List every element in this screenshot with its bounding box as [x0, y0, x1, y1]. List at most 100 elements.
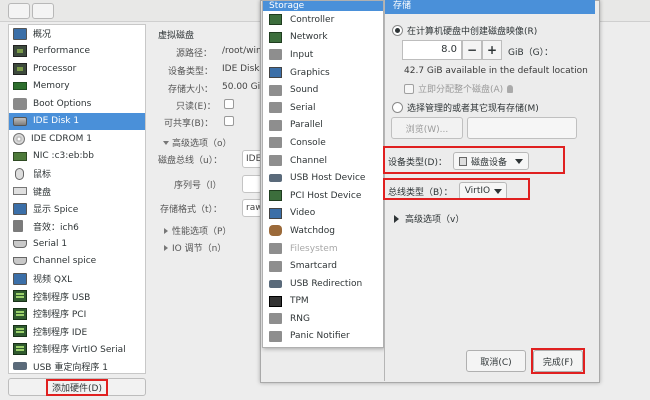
serial-number-input[interactable]	[242, 175, 262, 193]
filesystem-icon	[269, 243, 282, 255]
hardware-item[interactable]: 鼠标	[9, 165, 145, 183]
increment-button[interactable]: +	[482, 40, 502, 60]
device-type-item-label: Smartcard	[290, 261, 337, 272]
device-type-item[interactable]: PCI Host Device	[263, 187, 383, 205]
video-icon	[269, 207, 282, 219]
io-tuning-expander[interactable]: IO 调节（n）	[164, 241, 226, 254]
device-type-item[interactable]: Sound	[263, 81, 383, 99]
hardware-item-label: 概况	[33, 30, 52, 41]
device-type-item-label: RNG	[290, 313, 310, 324]
allocate-now-row[interactable]: 立即分配整个磁盘(A)	[404, 82, 514, 95]
select-existing-radio-row[interactable]: 选择管理的或者其它现有存储(M)	[392, 101, 539, 114]
annotation-bus-type-highlight	[383, 178, 530, 200]
hardware-item[interactable]: 概况	[9, 25, 145, 43]
graphics-icon	[269, 67, 282, 79]
pci-icon	[269, 190, 282, 202]
device-type-item-label: Watchdog	[290, 225, 335, 236]
device-type-item[interactable]: Smartcard	[263, 257, 383, 275]
device-type-item[interactable]: Serial	[263, 99, 383, 117]
shareable-checkbox[interactable]	[224, 116, 234, 126]
storage-format-input[interactable]: raw	[242, 199, 263, 217]
create-disk-radio-row[interactable]: 在计算机硬盘中创建磁盘映像(R)	[392, 24, 537, 37]
hardware-item[interactable]: 显示 Spice	[9, 200, 145, 218]
hardware-item[interactable]: USB 重定向程序 1	[9, 358, 145, 374]
cancel-button[interactable]: 取消(C)	[466, 350, 526, 372]
device-type-item[interactable]: Graphics	[263, 64, 383, 82]
source-path-label: 源路径：	[176, 49, 213, 59]
controller-icon	[269, 14, 282, 26]
storage-path-input[interactable]	[467, 117, 577, 139]
sound-icon	[13, 220, 23, 233]
hardware-item[interactable]: Processor	[9, 60, 145, 78]
device-type-item[interactable]: Panic Notifier	[263, 328, 383, 346]
cdrom-icon	[13, 132, 25, 145]
disk-size-spinner[interactable]: 8.0 − +	[402, 40, 502, 60]
details-view-button[interactable]	[32, 3, 54, 19]
device-type-item[interactable]: Parallel	[263, 117, 383, 135]
device-type-value: IDE Disk	[222, 64, 260, 74]
hardware-item[interactable]: IDE CDROM 1	[9, 130, 145, 148]
parallel-icon	[269, 119, 282, 131]
hardware-item-label: Serial 1	[33, 238, 68, 249]
performance-icon	[13, 45, 27, 58]
video-icon	[13, 272, 27, 285]
device-type-item[interactable]: USB Redirection	[263, 275, 383, 293]
readonly-checkbox[interactable]	[224, 99, 234, 109]
select-existing-radio[interactable]	[392, 102, 403, 113]
device-type-item[interactable]: Video	[263, 205, 383, 223]
hardware-item-label: Boot Options	[33, 98, 92, 109]
hardware-item[interactable]: NIC :c3:eb:bb	[9, 148, 145, 166]
hardware-item[interactable]: Channel spice	[9, 253, 145, 271]
storage-title: 存储	[385, 0, 595, 14]
device-type-item[interactable]: TPM	[263, 293, 383, 311]
advanced-options-expander[interactable]: 高级选项（o）	[163, 136, 232, 149]
decrement-button[interactable]: −	[462, 40, 482, 60]
disk-size-value[interactable]: 8.0	[402, 40, 462, 60]
device-type-item[interactable]: USB Host Device	[263, 169, 383, 187]
create-disk-radio[interactable]	[392, 25, 403, 36]
controller-icon	[13, 307, 27, 320]
device-type-item[interactable]: Storage	[263, 1, 383, 11]
hardware-item[interactable]: Boot Options	[9, 95, 145, 113]
device-type-item[interactable]: Channel	[263, 152, 383, 170]
storage-size-value: 50.00 Gi	[222, 82, 261, 92]
controller-icon	[13, 290, 27, 303]
storage-size-label: 存储大小：	[168, 85, 214, 95]
hardware-item-label: IDE CDROM 1	[31, 133, 93, 144]
device-type-item[interactable]: Controller	[263, 11, 383, 29]
storage-advanced-expander[interactable]: 高级选项（v）	[394, 212, 464, 225]
select-existing-label: 选择管理的或者其它现有存储(M)	[407, 104, 539, 114]
hardware-item[interactable]: IDE Disk 1	[9, 112, 145, 130]
hardware-item-label: 键盘	[33, 187, 52, 198]
hardware-item[interactable]: 控制程序 VirtIO Serial	[9, 340, 145, 358]
hardware-item[interactable]: 键盘	[9, 183, 145, 201]
performance-options-expander[interactable]: 性能选项（P）	[164, 224, 231, 237]
disk-bus-value: IDE	[246, 154, 262, 164]
device-type-item[interactable]: Input	[263, 46, 383, 64]
hardware-item[interactable]: Performance	[9, 43, 145, 61]
hardware-item[interactable]: 视频 QXL	[9, 270, 145, 288]
device-type-item-label: USB Host Device	[290, 173, 366, 184]
mouse-icon	[15, 167, 24, 180]
device-type-item-label: PCI Host Device	[290, 190, 362, 201]
hardware-item[interactable]: Memory	[9, 78, 145, 96]
hardware-item[interactable]: Serial 1	[9, 235, 145, 253]
hardware-item[interactable]: 控制程序 PCI	[9, 305, 145, 323]
hardware-item[interactable]: 控制程序 USB	[9, 288, 145, 306]
input-icon	[269, 49, 282, 61]
source-path-value: /root/win	[222, 46, 262, 56]
device-type-item-label: Input	[290, 49, 314, 60]
console-view-button[interactable]	[8, 3, 30, 19]
overview-icon	[13, 27, 27, 40]
browse-button[interactable]: 浏览(W)...	[391, 117, 463, 139]
nic-icon	[13, 151, 27, 161]
device-type-item[interactable]: Console	[263, 134, 383, 152]
annotation-device-type-highlight	[383, 146, 565, 174]
channel-icon	[269, 155, 282, 167]
allocate-now-checkbox[interactable]	[404, 83, 414, 94]
device-type-item[interactable]: Network	[263, 29, 383, 47]
hardware-item[interactable]: 音效：ich6	[9, 218, 145, 236]
device-type-item[interactable]: Watchdog	[263, 222, 383, 240]
device-type-item[interactable]: RNG	[263, 310, 383, 328]
hardware-item[interactable]: 控制程序 IDE	[9, 323, 145, 341]
